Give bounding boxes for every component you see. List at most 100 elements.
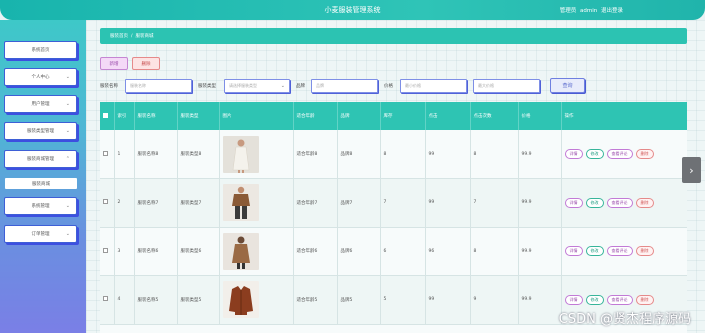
- chevron-right-icon[interactable]: ›: [682, 157, 701, 183]
- column-header: 索引: [114, 102, 135, 130]
- sidebar-item-clothing-types[interactable]: 服装类型管理 ⌄: [4, 122, 77, 140]
- row-select-cell: [100, 227, 115, 276]
- breadcrumb-home[interactable]: 服装首页: [110, 33, 128, 39]
- cell-name: 服装名称8: [134, 130, 178, 179]
- sidebar-item-clothing-mall[interactable]: 服装商城管理 ⌃: [4, 150, 77, 168]
- column-header: 价格: [518, 102, 562, 130]
- add-button[interactable]: 新增: [100, 57, 128, 70]
- detail-button[interactable]: 详情: [564, 246, 583, 257]
- cell-image: [219, 130, 294, 179]
- product-image-brown-jacket-man: [222, 184, 259, 222]
- brand-label: 品牌: [296, 84, 305, 89]
- cell-stock: 5: [380, 275, 426, 325]
- view-reviews-button[interactable]: 查看评论: [606, 294, 633, 305]
- name-input[interactable]: 服装名称: [125, 79, 192, 93]
- table-row: 1 服装名称8 服装类型8 适合年龄8 品牌8 8 99 8 99.9 详情 修…: [100, 130, 687, 179]
- cell-type: 服装类型8: [177, 130, 220, 179]
- edit-button[interactable]: 修改: [585, 294, 604, 305]
- cell-image: [219, 227, 294, 276]
- detail-button[interactable]: 详情: [564, 149, 583, 159]
- cell-name: 服装名称5: [134, 275, 178, 325]
- user-info: 管理员 admin 退出登录: [558, 6, 623, 14]
- sidebar-item-label: 用户管理: [31, 102, 50, 107]
- cell-index: 1: [114, 130, 135, 179]
- sidebar: 系统首页 个人中心 ⌄ 用户管理 ⌄ 服装类型管理 ⌄ 服装商城管理 ⌃ 服装商城 系统…: [0, 20, 86, 333]
- cell-actions: 详情 修改 查看评论 删除: [561, 178, 687, 228]
- search-button[interactable]: 查询: [550, 78, 585, 93]
- product-image-leather-jacket: [222, 281, 259, 319]
- sidebar-item-orders[interactable]: 订单管理 ⌄: [4, 225, 77, 243]
- user-role: 管理员: [559, 8, 577, 14]
- cell-image: [219, 275, 294, 325]
- sidebar-item-label: 系统首页: [31, 48, 50, 53]
- sidebar-item-system[interactable]: 系统管理 ⌄: [4, 197, 77, 215]
- cell-stock: 7: [380, 178, 426, 228]
- chevron-down-icon: ⌄: [280, 83, 285, 89]
- delete-button[interactable]: 删除: [635, 149, 654, 159]
- cell-price: 99.9: [518, 130, 562, 179]
- view-reviews-button[interactable]: 查看评论: [606, 246, 633, 257]
- watermark: CSDN @贤杰程序源码: [558, 312, 691, 327]
- user-name: admin: [580, 8, 598, 14]
- top-bar: 小麦服装管理系统 管理员 admin 退出登录: [0, 0, 705, 20]
- sidebar-subitem-mall[interactable]: 服装商城: [5, 178, 77, 189]
- cell-age: 适合年龄8: [293, 130, 338, 179]
- cell-name: 服装名称6: [134, 227, 178, 276]
- chevron-down-icon: ⌄: [65, 203, 70, 209]
- edit-button[interactable]: 修改: [585, 149, 604, 159]
- select-all-checkbox[interactable]: [103, 112, 108, 118]
- type-select[interactable]: 请选择服装类型 ⌄: [224, 79, 290, 93]
- price-label: 价格: [384, 84, 393, 89]
- breadcrumb-separator: /: [131, 33, 133, 39]
- edit-button[interactable]: 修改: [585, 197, 604, 208]
- cell-age: 适合年龄6: [293, 227, 338, 276]
- sidebar-item-personal-center[interactable]: 个人中心 ⌄: [4, 68, 77, 86]
- row-checkbox[interactable]: [103, 247, 108, 253]
- sidebar-item-label: 系统管理: [31, 204, 50, 209]
- product-table: 索引 服装名称 服装类型 图片 适合年龄 品牌 库存 点击 点击次数 价格 操作…: [100, 102, 687, 333]
- column-header: 适合年龄: [293, 102, 338, 130]
- detail-button[interactable]: 详情: [564, 294, 583, 305]
- column-header: 服装类型: [177, 102, 220, 130]
- view-reviews-button[interactable]: 查看评论: [606, 197, 633, 208]
- column-header: 点击次数: [470, 102, 519, 130]
- main-content: 服装首页 / 服装商城 新增 删除 服装名称 服装名称 服装类型 请选择服装类型…: [86, 20, 705, 333]
- cell-brand: 品牌7: [337, 178, 381, 228]
- cell-clicks: 99: [425, 178, 471, 228]
- type-label: 服装类型: [198, 84, 216, 89]
- column-header: 图片: [219, 102, 294, 130]
- table-row: 3 服装名称6 服装类型6 适合年龄6 品牌6 6 96 8 99.9 详情 修…: [100, 227, 687, 276]
- row-select-cell: [100, 178, 115, 228]
- max-price-input[interactable]: 最大价格: [473, 79, 540, 93]
- cell-name: 服装名称7: [134, 178, 178, 228]
- name-label: 服装名称: [100, 84, 118, 89]
- cell-age: 适合年龄5: [293, 275, 338, 325]
- view-reviews-button[interactable]: 查看评论: [606, 149, 633, 159]
- cell-click-count: 8: [470, 227, 519, 276]
- cell-type: 服装类型6: [177, 227, 220, 276]
- cell-type: 服装类型5: [177, 275, 220, 325]
- bulk-delete-button[interactable]: 删除: [132, 57, 160, 70]
- column-header: 操作: [561, 102, 687, 130]
- type-select-placeholder: 请选择服装类型: [229, 83, 257, 88]
- cell-price: 99.9: [518, 275, 562, 325]
- sidebar-item-users[interactable]: 用户管理 ⌄: [4, 95, 77, 113]
- cell-brand: 品牌8: [337, 130, 381, 179]
- delete-button[interactable]: 删除: [635, 246, 654, 257]
- row-checkbox[interactable]: [103, 150, 108, 156]
- delete-button[interactable]: 删除: [635, 197, 654, 208]
- min-price-input[interactable]: 最小价格: [400, 79, 467, 93]
- sidebar-item-home[interactable]: 系统首页: [4, 41, 77, 59]
- chevron-down-icon: ⌄: [65, 101, 70, 107]
- row-checkbox[interactable]: [103, 199, 108, 205]
- edit-button[interactable]: 修改: [585, 246, 604, 257]
- cell-clicks: 99: [425, 275, 471, 325]
- chevron-up-icon: ⌃: [65, 156, 70, 162]
- logout-link[interactable]: 退出登录: [601, 8, 623, 14]
- row-checkbox[interactable]: [103, 296, 108, 302]
- brand-input[interactable]: 品牌: [311, 79, 378, 93]
- column-header: 点击: [425, 102, 471, 130]
- detail-button[interactable]: 详情: [564, 197, 583, 208]
- sidebar-item-label: 订单管理: [31, 232, 50, 237]
- delete-button[interactable]: 删除: [635, 294, 654, 305]
